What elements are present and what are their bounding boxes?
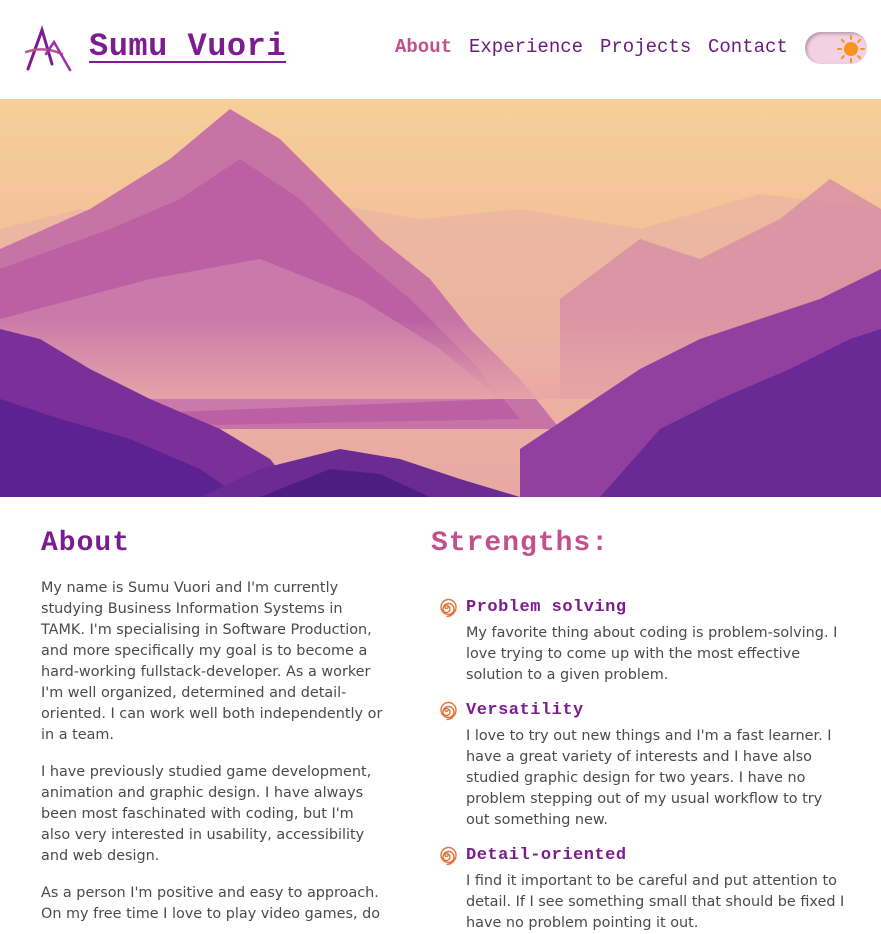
strength-title: Versatility [466, 701, 584, 720]
nav-projects[interactable]: Projects [600, 36, 691, 58]
spiral-icon [440, 701, 457, 721]
strength-title: Problem solving [466, 598, 627, 617]
about-paragraph-3: As a person I'm positive and easy to app… [41, 885, 381, 922]
brand-name[interactable]: Sumu Vuori [89, 28, 286, 65]
logo-icon[interactable] [24, 24, 74, 74]
strength-text: I love to try out new things and I'm a f… [466, 728, 832, 828]
site-header: Sumu Vuori About Experience Projects Con… [0, 0, 881, 99]
strength-text: My favorite thing about coding is proble… [466, 625, 838, 683]
spiral-icon [440, 846, 457, 866]
nav-experience[interactable]: Experience [469, 36, 583, 58]
theme-toggle[interactable] [805, 32, 867, 64]
strengths-heading: Strengths: [431, 528, 610, 559]
about-paragraph-2: I have previously studied game developme… [41, 764, 372, 864]
strength-title: Detail-oriented [466, 846, 627, 865]
about-heading: About [41, 528, 131, 559]
nav-about[interactable]: About [395, 36, 452, 58]
sun-icon [837, 35, 865, 63]
spiral-icon [440, 598, 457, 618]
about-paragraph-1: My name is Sumu Vuori and I'm currently … [41, 580, 383, 743]
nav-contact[interactable]: Contact [708, 36, 788, 58]
hero-mountain-illustration [0, 99, 881, 497]
